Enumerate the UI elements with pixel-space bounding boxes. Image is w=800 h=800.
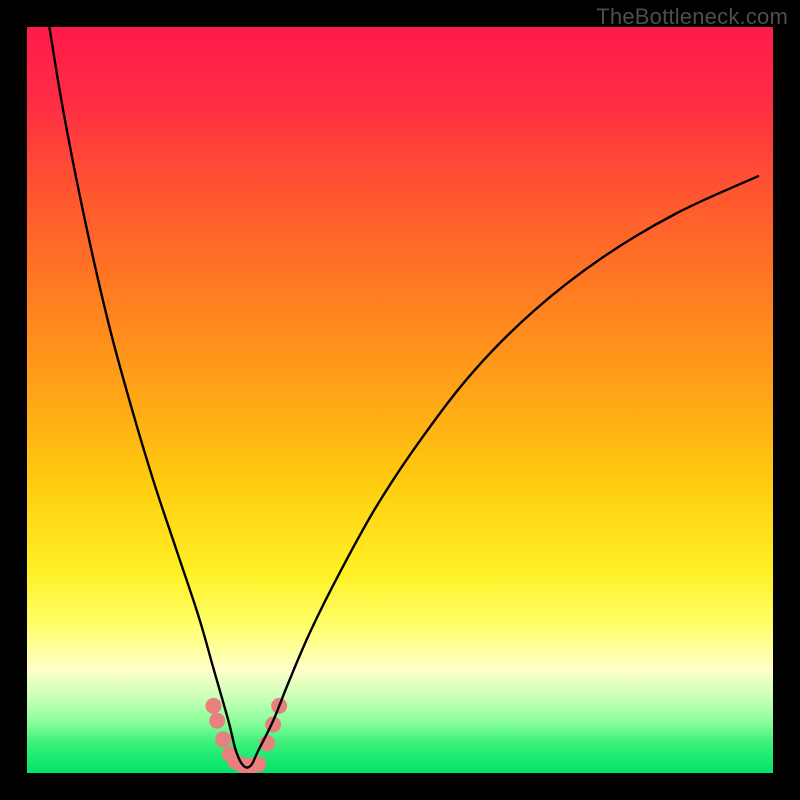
chart-frame: TheBottleneck.com <box>0 0 800 800</box>
cluster-point <box>206 698 222 714</box>
plot-area <box>27 27 773 773</box>
watermark-text: TheBottleneck.com <box>596 4 788 30</box>
gradient-background <box>27 27 773 773</box>
cluster-point <box>209 713 225 729</box>
cluster-point <box>215 731 231 747</box>
chart-svg <box>27 27 773 773</box>
